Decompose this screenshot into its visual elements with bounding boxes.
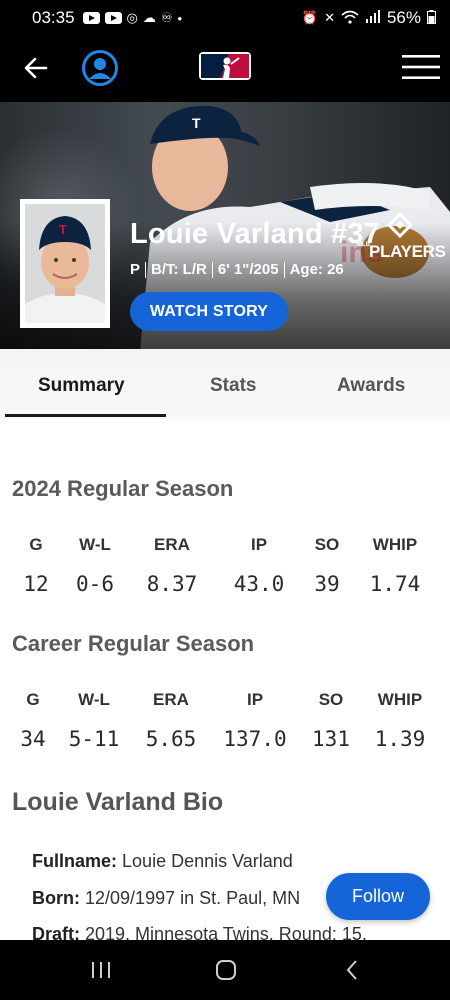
user-circle-icon: [82, 50, 118, 86]
signal-icon: [365, 10, 381, 26]
bio-fullname: Fullname: Louie Dennis Varland: [32, 851, 293, 872]
tab-awards[interactable]: Awards: [337, 375, 405, 397]
arrow-left-icon: [24, 57, 48, 79]
bio-label: Born:: [32, 888, 80, 908]
stat-value: 137.0: [223, 727, 287, 751]
home-button[interactable]: [213, 958, 239, 982]
tab-summary[interactable]: Summary: [38, 375, 125, 397]
stat-value: 1.39: [374, 727, 426, 751]
wifi-icon: [341, 10, 359, 27]
player-height-weight: 6' 1"/205: [217, 261, 279, 278]
player-headshot: T: [20, 199, 110, 328]
instagram-icon: ◎: [126, 10, 138, 25]
stat-value: 5-11: [68, 727, 120, 751]
mlb-logo[interactable]: [199, 52, 251, 80]
stat-header: G: [26, 690, 40, 709]
stat-header: W-L: [79, 535, 111, 554]
stat-value: 8.37: [146, 572, 198, 596]
stat-value: 12: [23, 572, 49, 596]
stat-value: 131: [312, 727, 350, 751]
watch-story-button[interactable]: WATCH STORY: [130, 292, 288, 331]
stat-header: WHIP: [372, 535, 418, 554]
back-button[interactable]: [20, 52, 52, 84]
system-nav-bar: [0, 940, 450, 1000]
battery-percent: 56%: [386, 8, 421, 27]
stat-value: 1.74: [369, 572, 421, 596]
stat-header: W-L: [78, 690, 110, 709]
stat-value: 39: [314, 572, 340, 596]
player-age: Age: 26: [289, 261, 344, 278]
tab-stats[interactable]: Stats: [210, 375, 256, 397]
status-bar: 03:35 ◎ ☁ ♾ • ⏰ ✕ 56%: [0, 0, 450, 36]
bio-value: 12/09/1997 in St. Paul, MN: [85, 888, 301, 908]
youtube-icon: [104, 12, 122, 24]
bio-value: Louie Dennis Varland: [122, 851, 293, 871]
hamburger-menu-icon: [402, 55, 440, 79]
svg-text:T: T: [192, 115, 201, 131]
stat-header: IP: [246, 690, 264, 709]
bio-born: Born: 12/09/1997 in St. Paul, MN: [32, 888, 300, 909]
app-header: [0, 36, 450, 102]
career-stats-title: Career Regular Season: [12, 631, 255, 656]
home-icon: [216, 960, 236, 980]
stat-header: SO: [318, 690, 344, 709]
stat-header: G: [29, 535, 43, 554]
stat-header: IP: [250, 535, 268, 554]
player-position: P: [130, 261, 141, 278]
stat-header: WHIP: [377, 690, 423, 709]
battery-icon: [427, 9, 436, 27]
incognito-icon: ♾: [160, 10, 173, 25]
season-stats-title: 2024 Regular Season: [12, 476, 234, 501]
svg-text:T: T: [59, 222, 67, 237]
profile-button[interactable]: [82, 50, 118, 86]
chevron-left-icon: [346, 960, 357, 980]
cloud-icon: ☁: [142, 10, 156, 25]
back-nav-button[interactable]: [340, 958, 366, 982]
notification-icons: ◎ ☁ ♾ •: [82, 10, 183, 26]
stat-value: 34: [20, 727, 46, 751]
bio-title: Louie Varland Bio: [12, 788, 224, 816]
bio-label: Fullname:: [32, 851, 118, 871]
status-time: 03:35: [32, 8, 75, 27]
follow-button[interactable]: Follow: [326, 873, 430, 920]
recent-apps-button[interactable]: [88, 958, 114, 982]
active-tab-indicator: [5, 414, 166, 417]
menu-button[interactable]: [402, 54, 440, 80]
profile-tabs: Summary Stats Awards: [0, 349, 450, 419]
stat-header: ERA: [153, 690, 189, 709]
recent-apps-icon: [92, 962, 110, 978]
stat-header: ERA: [154, 535, 190, 554]
stat-value: 43.0: [233, 572, 285, 596]
player-name: Louie Varland #37: [130, 218, 380, 250]
player-meta: P B/T: L/R 6' 1"/205 Age: 26: [130, 261, 344, 278]
meta-divider: [211, 261, 213, 278]
youtube-icon: [82, 12, 100, 24]
stat-value: 5.65: [145, 727, 197, 751]
players-logo-text: PLAYERS: [369, 242, 446, 261]
system-icons: ⏰ ✕ 56%: [302, 8, 436, 28]
stat-value: 0-6: [76, 572, 114, 596]
meta-divider: [145, 261, 147, 278]
stat-header: SO: [314, 535, 340, 554]
alarm-icon: ⏰: [301, 10, 319, 25]
dot-icon: •: [177, 10, 183, 26]
meta-divider: [283, 261, 285, 278]
player-bats-throws: B/T: L/R: [151, 261, 207, 278]
mute-icon: ✕: [324, 10, 335, 25]
